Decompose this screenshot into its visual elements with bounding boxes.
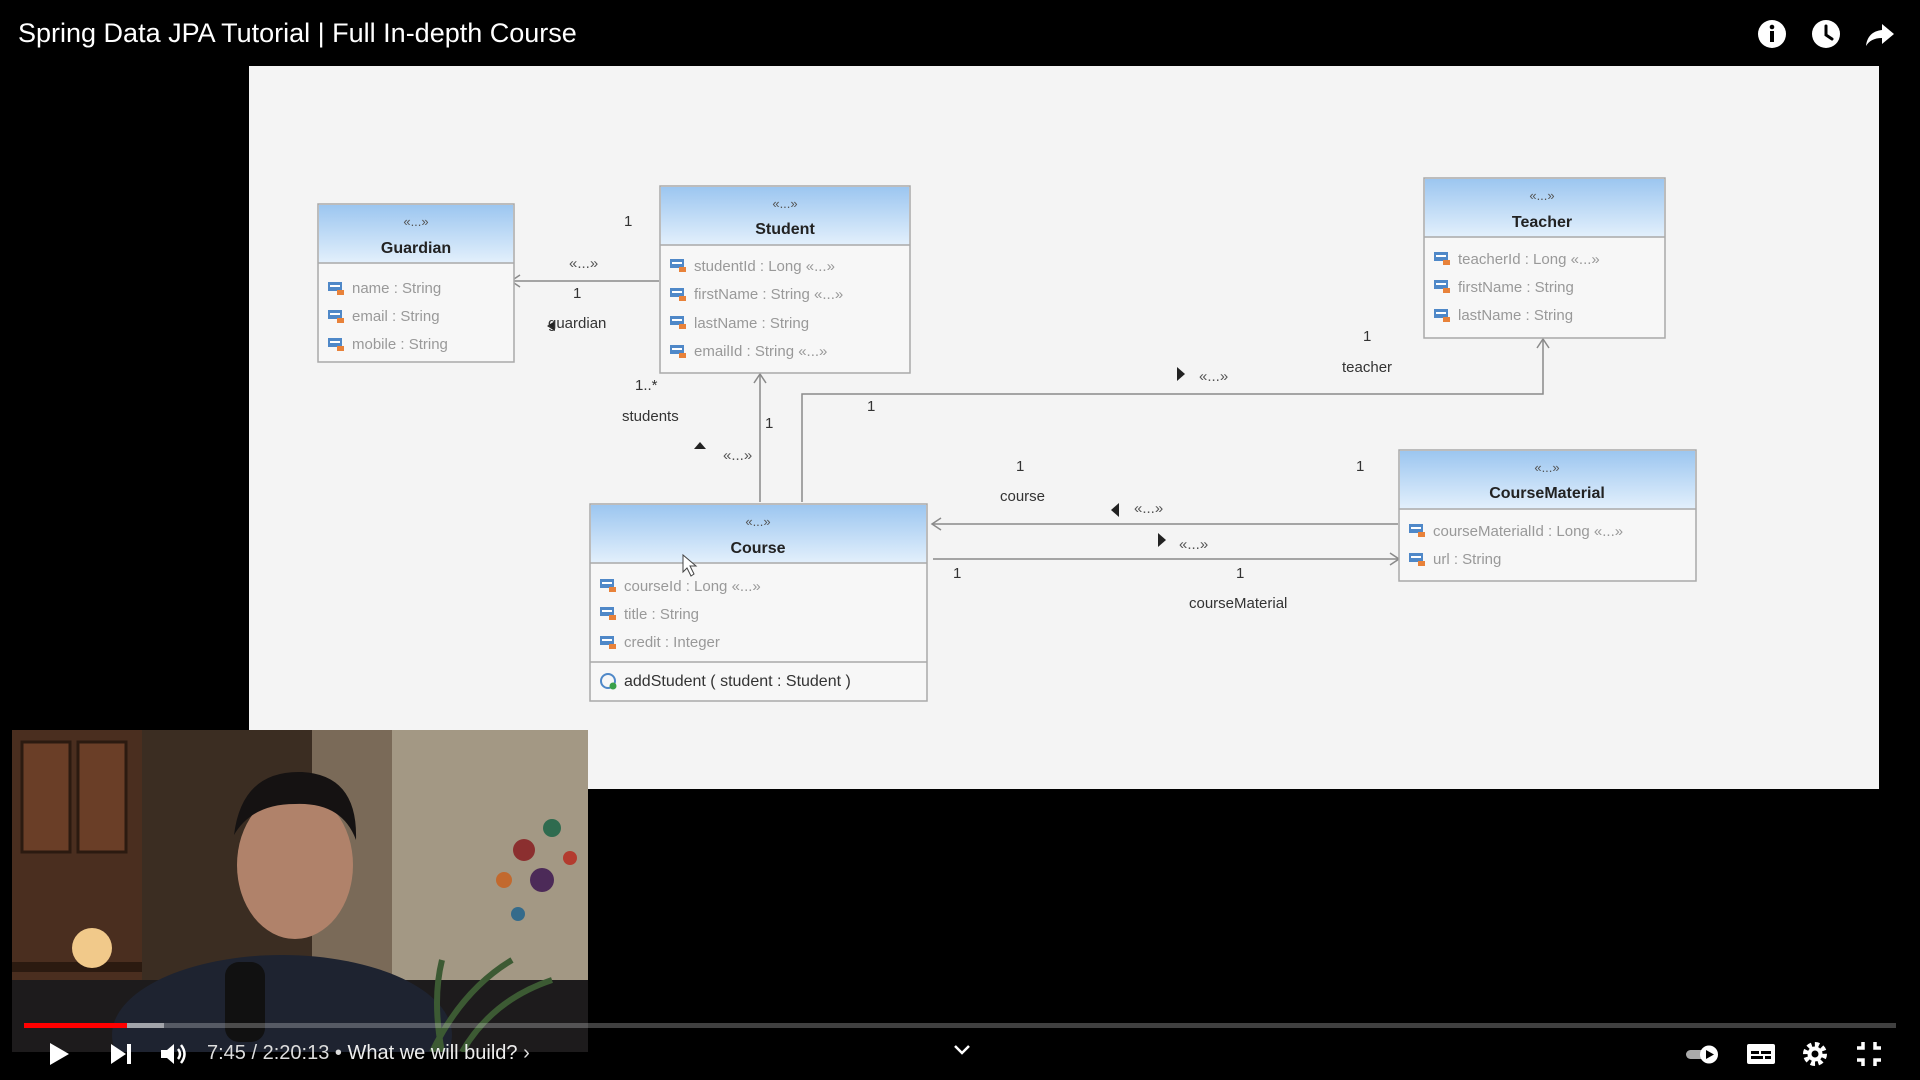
student-attr: lastName : String [694, 315, 809, 332]
direction-arrow-icon [1177, 367, 1185, 381]
multiplicity-label: 1 [867, 398, 875, 415]
course-class-name: Course [730, 540, 785, 557]
teacher-stereotype: «...» [1529, 188, 1554, 203]
role-label-guardian: guardian [548, 315, 606, 332]
class-student[interactable]: «...» Student studentId : Long «...» fir… [659, 185, 911, 374]
coursematerial-stereotype: «...» [1534, 460, 1559, 475]
stereotype-label: «...» [723, 447, 752, 464]
role-label-teacher: teacher [1342, 359, 1392, 376]
progress-played [24, 1023, 127, 1028]
multiplicity-label: 1 [1363, 328, 1371, 345]
slide-diagram: «...» Guardian name : String email : Str… [249, 66, 1879, 789]
course-attr: credit : Integer [624, 634, 720, 651]
multiplicity-label: 1 [1016, 458, 1024, 475]
multiplicity-label: 1 [765, 415, 773, 432]
webcam-overlay [12, 730, 588, 1052]
video-title[interactable]: Spring Data JPA Tutorial | Full In-depth… [18, 18, 577, 49]
class-coursematerial[interactable]: «...» CourseMaterial courseMaterialId : … [1398, 449, 1697, 582]
guardian-stereotype: «...» [403, 214, 428, 229]
direction-arrow-icon [1158, 533, 1166, 547]
course-attr: title : String [624, 606, 699, 623]
guardian-class-name: Guardian [381, 240, 451, 257]
uml-class-diagram: «...» Guardian name : String email : Str… [317, 177, 1697, 702]
teacher-class-name: Teacher [1512, 214, 1572, 231]
autoplay-toggle-icon[interactable] [1683, 1036, 1723, 1072]
share-icon[interactable] [1864, 18, 1896, 50]
duration: 2:20:13 [262, 1042, 330, 1064]
class-guardian[interactable]: «...» Guardian name : String email : Str… [317, 203, 515, 363]
volume-icon[interactable] [155, 1036, 191, 1072]
multiplicity-label: 1 [573, 285, 581, 302]
current-time: 7:45 [207, 1042, 246, 1064]
coursematerial-class-name: CourseMaterial [1489, 485, 1605, 502]
course-operation: addStudent ( student : Student ) [624, 673, 851, 690]
multiplicity-label: 1 [1356, 458, 1364, 475]
stereotype-label: «...» [1199, 368, 1228, 385]
role-label-coursematerial: courseMaterial [1189, 595, 1287, 612]
chevron-down-icon[interactable] [950, 1038, 974, 1062]
teacher-attr: lastName : String [1458, 307, 1573, 324]
direction-arrow-icon [1111, 503, 1119, 517]
coursematerial-attr: url : String [1433, 551, 1501, 568]
student-class-name: Student [755, 221, 815, 238]
student-attr: firstName : String «...» [694, 286, 843, 303]
guardian-attr: name : String [352, 280, 441, 297]
multiplicity-label: 1 [953, 565, 961, 582]
course-stereotype: «...» [745, 514, 770, 529]
subtitles-icon[interactable] [1743, 1036, 1779, 1072]
guardian-attr: email : String [352, 308, 440, 325]
student-stereotype: «...» [772, 196, 797, 211]
multiplicity-label: 1..* [635, 377, 658, 394]
guardian-attr: mobile : String [352, 336, 448, 353]
student-attr: studentId : Long «...» [694, 258, 835, 275]
coursematerial-attr: courseMaterialId : Long «...» [1433, 523, 1623, 540]
info-icon[interactable] [1756, 18, 1788, 50]
role-label-course: course [1000, 488, 1045, 505]
player-controls: 7:45 / 2:20:13 • What we will build? › [0, 1030, 1920, 1074]
teacher-attr: teacherId : Long «...» [1458, 251, 1600, 268]
watch-later-icon[interactable] [1810, 18, 1842, 50]
role-label-students: students [622, 408, 679, 425]
chapter-title[interactable]: What we will build? [347, 1042, 517, 1064]
course-attr: courseId : Long «...» [624, 578, 761, 595]
stereotype-label: «...» [569, 255, 598, 272]
play-icon[interactable] [40, 1036, 76, 1072]
class-course[interactable]: «...» Course courseId : Long «...» title… [589, 503, 928, 702]
class-teacher[interactable]: «...» Teacher teacherId : Long «...» fir… [1423, 177, 1666, 339]
progress-bar[interactable] [24, 1023, 1896, 1028]
teacher-attr: firstName : String [1458, 279, 1574, 296]
time-display: 7:45 / 2:20:13 • What we will build? › [207, 1042, 530, 1064]
stereotype-label: «...» [1179, 536, 1208, 553]
stereotype-label: «...» [1134, 500, 1163, 517]
next-icon[interactable] [102, 1036, 138, 1072]
multiplicity-label: 1 [624, 213, 632, 230]
multiplicity-label: 1 [1236, 565, 1244, 582]
top-actions [1756, 18, 1896, 50]
student-attr: emailId : String «...» [694, 343, 827, 360]
direction-arrow-icon [694, 442, 706, 449]
settings-icon[interactable] [1797, 1036, 1833, 1072]
exit-fullscreen-icon[interactable] [1851, 1036, 1887, 1072]
